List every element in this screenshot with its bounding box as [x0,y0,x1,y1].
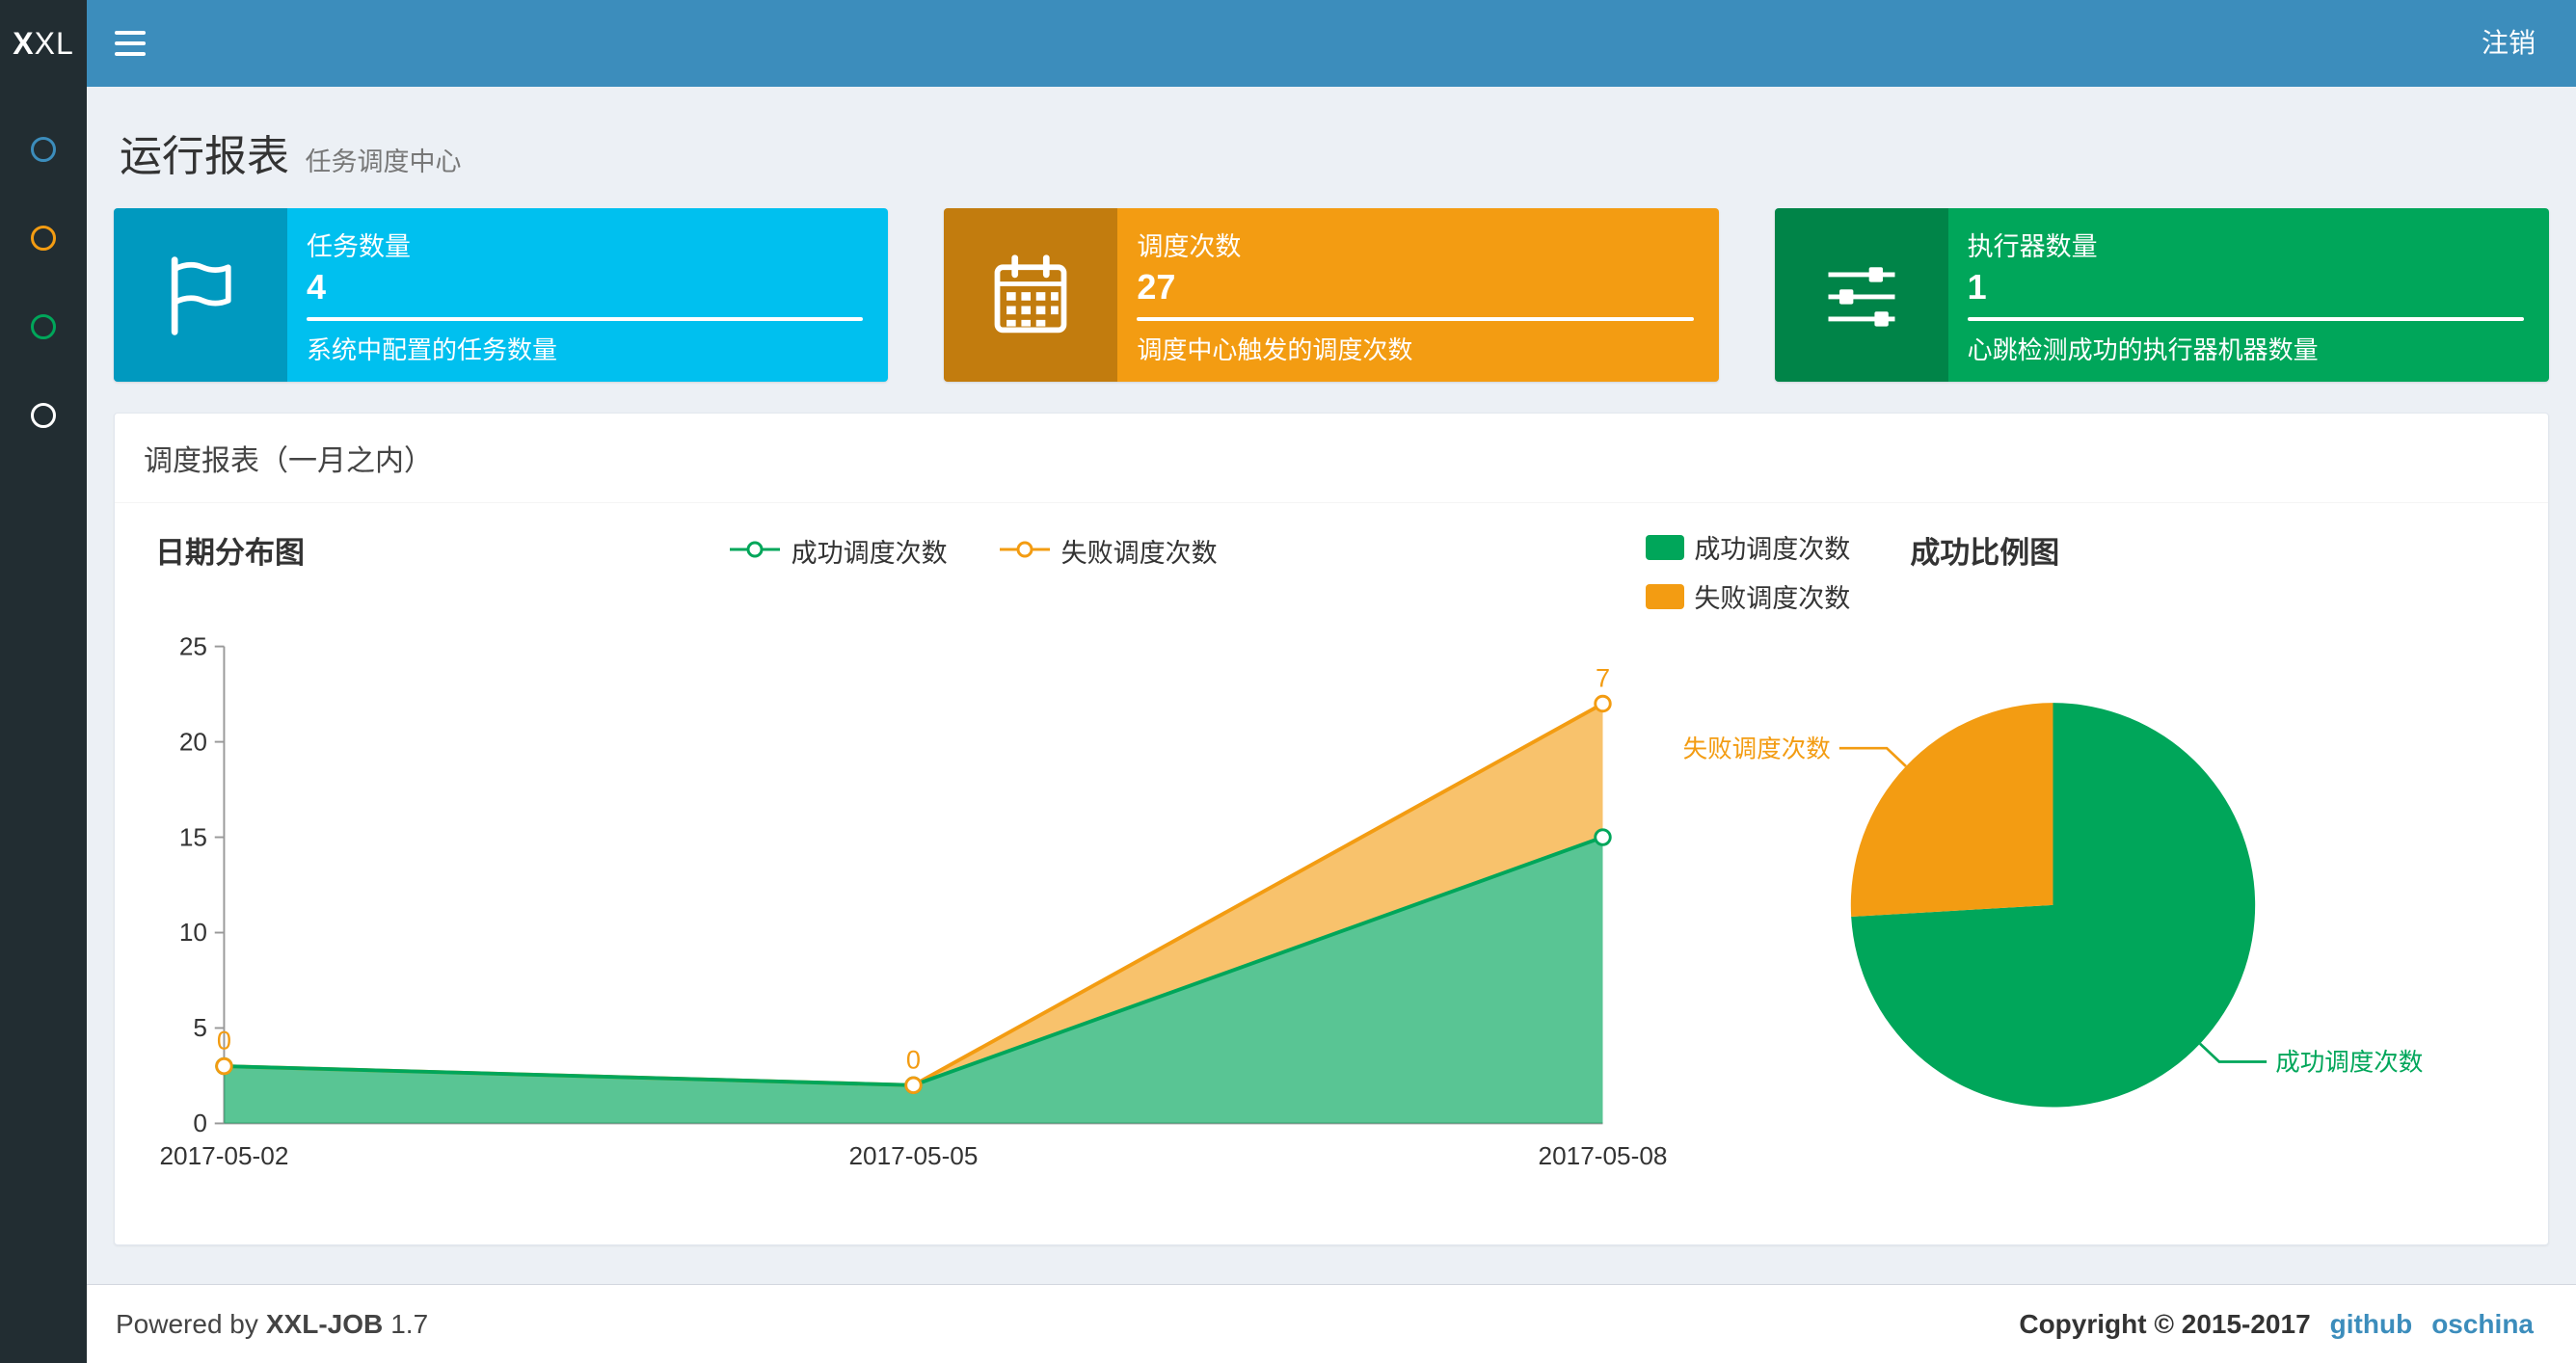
sidebar-item-2[interactable] [31,226,56,251]
svg-text:5: 5 [193,1013,207,1042]
page-title: 运行报表 [120,133,289,180]
legend-label: 失败调度次数 [1694,584,1851,613]
line-marker-icon [728,536,782,566]
line-chart-header: 日期分布图 成功调度次数 失败调度次数 [144,528,1640,603]
svg-text:2017-05-02: 2017-05-02 [159,1141,288,1170]
circle-icon [31,226,56,251]
info-box-executors: 执行器数量 1 心跳检测成功的执行器机器数量 [1774,208,2549,382]
info-box-triggers: 调度次数 27 调度中心触发的调度次数 [944,208,1719,382]
hamburger-icon [115,41,146,45]
report-panel: 调度报表（一月之内） 日期分布图 成功调度次数 失败调度次数 0 5 10 15… [114,413,2549,1245]
line-chart-legend: 成功调度次数 失败调度次数 [305,528,1640,570]
top-navbar: X XL 注销 [0,0,2576,87]
oschina-link[interactable]: oschina [2431,1309,2534,1340]
swatch-icon [1646,583,1685,609]
swatch-icon [1646,534,1685,560]
legend-item-fail[interactable]: 失败调度次数 [1646,577,1850,615]
legend-item-success[interactable]: 成功调度次数 [1646,528,1850,566]
svg-text:15: 15 [179,822,207,851]
line-chart-section: 日期分布图 成功调度次数 失败调度次数 0 5 10 15 20 25 2017… [144,528,1667,1212]
progress-bar [1967,317,2524,321]
page-header: 运行报表 任务调度中心 [120,121,2543,183]
logo-text: XL [34,25,74,61]
progress-bar [307,317,864,321]
footer: Powered by XXL-JOB 1.7 Copyright © 2015-20… [87,1284,2576,1363]
legend-label: 成功调度次数 [1694,535,1851,564]
main-area: 运行报表 任务调度中心 任务数量 4 系统中配置的任务数量 调度次数 27 调度… [87,87,2576,1363]
progress-bar [1137,317,1694,321]
page-subtitle: 任务调度中心 [305,147,462,176]
content: 运行报表 任务调度中心 任务数量 4 系统中配置的任务数量 调度次数 27 调度… [87,87,2576,1284]
info-box-description: 心跳检测成功的执行器机器数量 [1967,335,2319,364]
circle-icon [31,314,56,339]
powered-by-text: Powered by XXL-JOB 1.7 [116,1309,428,1340]
panel-header: 调度报表（一月之内） [115,414,2548,503]
legend-item-success[interactable]: 成功调度次数 [728,532,948,570]
info-box-description: 系统中配置的任务数量 [307,335,558,364]
pie-chart-section: 成功调度次数 失败调度次数 成功比例图 成功调度次数 失败调度次数 [1640,528,2519,1212]
svg-text:0: 0 [217,1026,231,1056]
info-box-content: 执行器数量 1 心跳检测成功的执行器机器数量 [1948,208,2549,382]
svg-text:7: 7 [1596,663,1610,693]
hamburger-icon [115,52,146,56]
sidebar [0,87,87,1363]
svg-text:25: 25 [179,631,207,660]
logo-text-bold: X [13,25,35,61]
copyright-text: Copyright © 2015-2017 [2019,1308,2311,1339]
sidebar-item-3[interactable] [31,314,56,339]
powered-by-prefix: Powered by [116,1308,258,1339]
calendar-icon [944,208,1118,382]
circle-icon [31,403,56,428]
svg-text:0: 0 [193,1109,207,1137]
logout-link[interactable]: 注销 [2441,0,2576,87]
footer-right: Copyright © 2015-2017 github oschina [2019,1309,2534,1340]
svg-text:10: 10 [179,918,207,947]
svg-text:成功调度次数: 成功调度次数 [2276,1050,2424,1077]
info-box-jobs: 任务数量 4 系统中配置的任务数量 [114,208,889,382]
info-box-label: 任务数量 [307,232,411,261]
date-distribution-chart: 05101520252017-05-02 2017-05-05 2017-05-08… [159,631,1667,1170]
sidebar-item-1[interactable] [31,137,56,162]
sliders-icon [1774,208,1948,382]
info-box-description: 调度中心触发的调度次数 [1137,335,1413,364]
sidebar-menu [0,87,87,428]
info-box-value: 4 [307,267,327,307]
svg-text:2017-05-05: 2017-05-05 [848,1141,978,1170]
legend-label: 失败调度次数 [1060,539,1218,568]
info-box-label: 执行器数量 [1967,232,2098,261]
info-box-content: 调度次数 27 调度中心触发的调度次数 [1117,208,1718,382]
line-marker-icon [998,536,1052,566]
legend-label: 成功调度次数 [791,539,948,568]
pie-chart-legend: 成功调度次数 失败调度次数 [1640,528,1850,615]
app-version: 1.7 [390,1308,429,1339]
pie-chart-header: 成功调度次数 失败调度次数 成功比例图 [1640,528,2519,615]
svg-text:0: 0 [906,1044,921,1074]
github-link[interactable]: github [2330,1309,2413,1340]
info-boxes: 任务数量 4 系统中配置的任务数量 调度次数 27 调度中心触发的调度次数 执行… [114,208,2549,382]
line-chart-title: 日期分布图 [155,536,305,570]
sidebar-toggle-button[interactable] [87,0,174,87]
pie-chart-title: 成功比例图 [1910,536,2060,570]
charts-row: 日期分布图 成功调度次数 失败调度次数 0 5 10 15 20 25 2017… [115,503,2548,1244]
info-box-label: 调度次数 [1137,232,1242,261]
hamburger-icon [115,31,146,35]
info-box-content: 任务数量 4 系统中配置的任务数量 [287,208,888,382]
legend-item-fail[interactable]: 失败调度次数 [998,532,1218,570]
svg-text:失败调度次数: 失败调度次数 [1683,735,1831,762]
success-ratio-pie-chart: 成功调度次数 失败调度次数 [1683,703,2424,1108]
svg-text:20: 20 [179,727,207,756]
panel-title: 调度报表（一月之内） [144,445,433,477]
info-box-value: 1 [1967,267,1987,307]
app-name: XXL-JOB [265,1308,384,1339]
flag-icon [114,208,287,382]
info-box-value: 27 [1137,267,1176,307]
app-logo[interactable]: X XL [0,0,87,87]
circle-icon [31,137,56,162]
sidebar-item-4[interactable] [31,403,56,428]
